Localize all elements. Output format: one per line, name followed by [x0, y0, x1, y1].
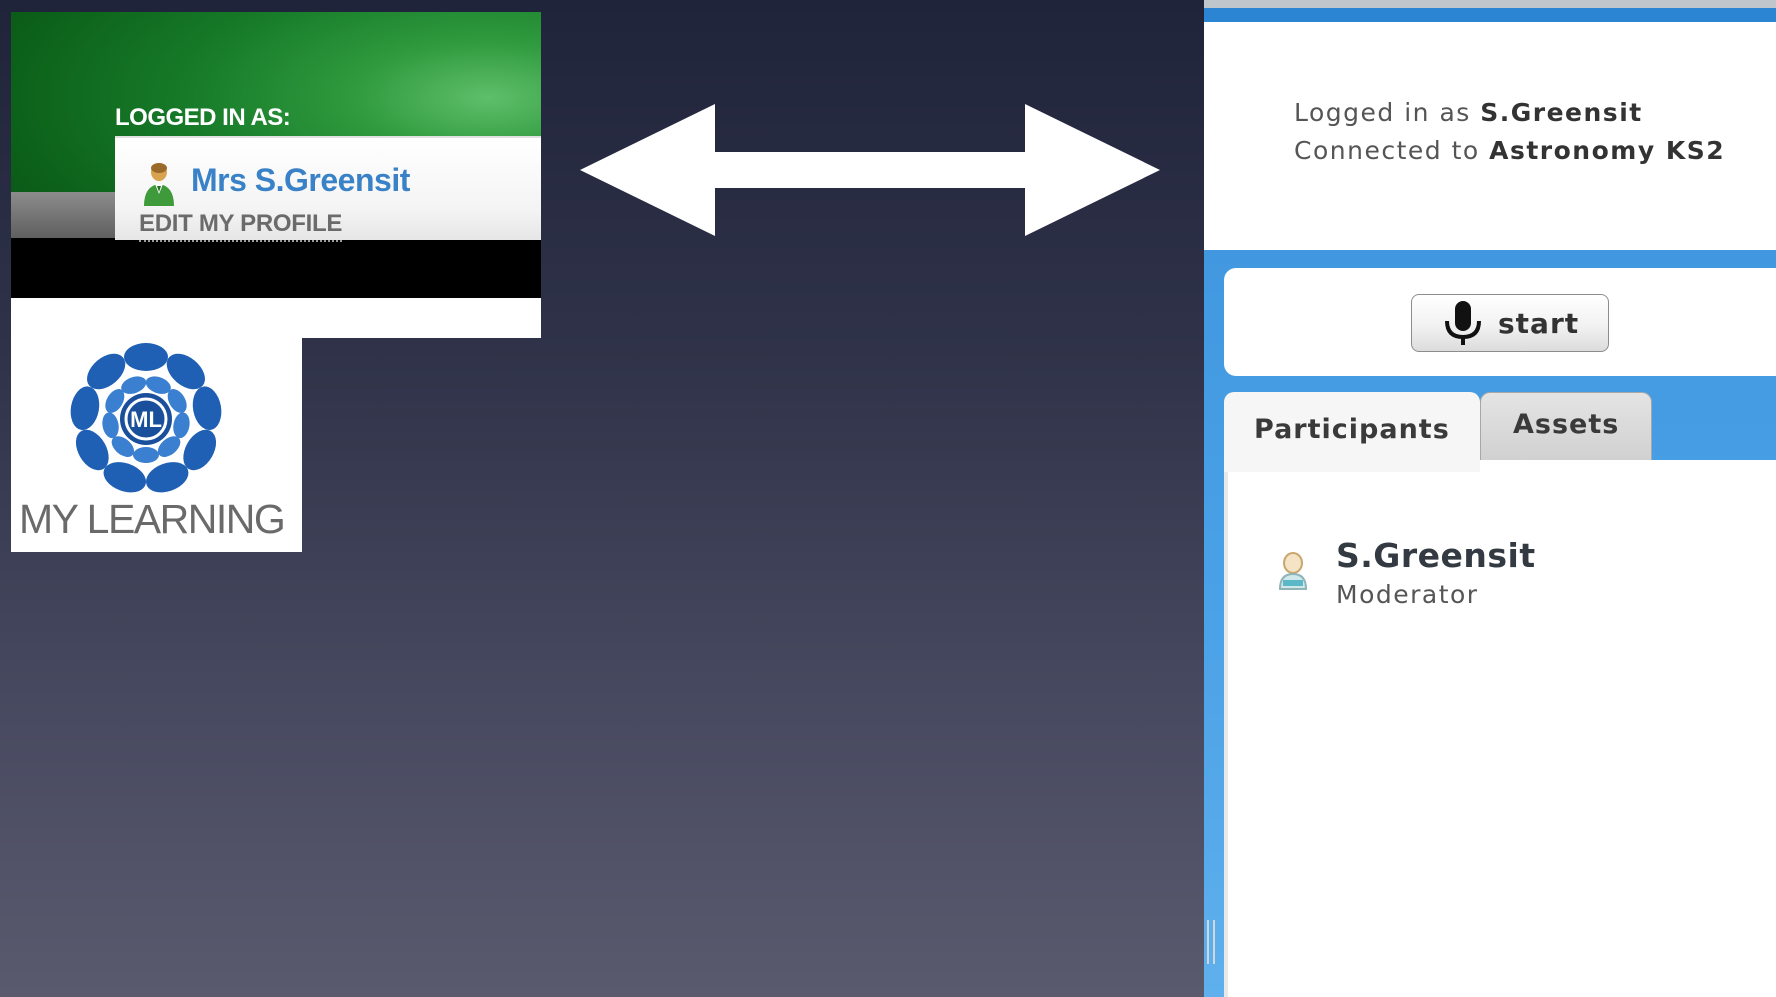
- top-border: [1204, 0, 1776, 8]
- resize-handle[interactable]: [1207, 920, 1215, 964]
- audio-panel: start: [1224, 268, 1776, 376]
- user-icon: [144, 163, 174, 206]
- tab-participants-label: Participants: [1254, 414, 1450, 445]
- logged-in-user: S.Greensit: [1480, 98, 1643, 127]
- start-button-label: start: [1498, 307, 1580, 340]
- logged-in-label: LOGGED IN AS:: [115, 104, 291, 131]
- my-learning-logo: ML MY LEARNING: [11, 298, 302, 552]
- my-learning-header: LOGGED IN AS: Mrs S.Greensit EDIT MY PRO…: [11, 12, 541, 298]
- tab-assets-label: Assets: [1513, 409, 1620, 440]
- double-arrow-icon: [580, 104, 1160, 236]
- bigbluebutton-panel: Logged in as S.Greensit Connected to Ast…: [1204, 0, 1776, 997]
- profile-box: Mrs S.Greensit EDIT MY PROFILE: [115, 136, 541, 242]
- connection-info: Logged in as S.Greensit Connected to Ast…: [1204, 22, 1776, 250]
- tab-participants[interactable]: Participants: [1224, 392, 1480, 472]
- logged-in-prefix: Logged in as: [1294, 98, 1481, 127]
- participant-role: Moderator: [1336, 580, 1479, 609]
- connected-room: Astronomy KS2: [1489, 136, 1726, 165]
- user-name-link[interactable]: Mrs S.Greensit: [191, 162, 410, 199]
- start-audio-button[interactable]: start: [1411, 294, 1609, 352]
- logged-in-line: Logged in as S.Greensit: [1294, 98, 1643, 127]
- my-learning-flower-logo: ML: [70, 343, 222, 493]
- participants-list: S.Greensit Moderator: [1224, 460, 1776, 997]
- logo-text: MY LEARNING: [19, 496, 286, 542]
- edit-profile-link[interactable]: EDIT MY PROFILE: [139, 210, 342, 242]
- microphone-icon: [1445, 301, 1481, 345]
- top-blue-bar: [1204, 8, 1776, 22]
- header-black-band: [11, 238, 541, 298]
- connected-line: Connected to Astronomy KS2: [1294, 136, 1725, 165]
- participant-icon: [1278, 552, 1308, 590]
- connected-prefix: Connected to: [1294, 136, 1490, 165]
- participant-name: S.Greensit: [1336, 536, 1536, 575]
- logo-letter: ML: [130, 407, 162, 432]
- tab-assets[interactable]: Assets: [1480, 392, 1652, 462]
